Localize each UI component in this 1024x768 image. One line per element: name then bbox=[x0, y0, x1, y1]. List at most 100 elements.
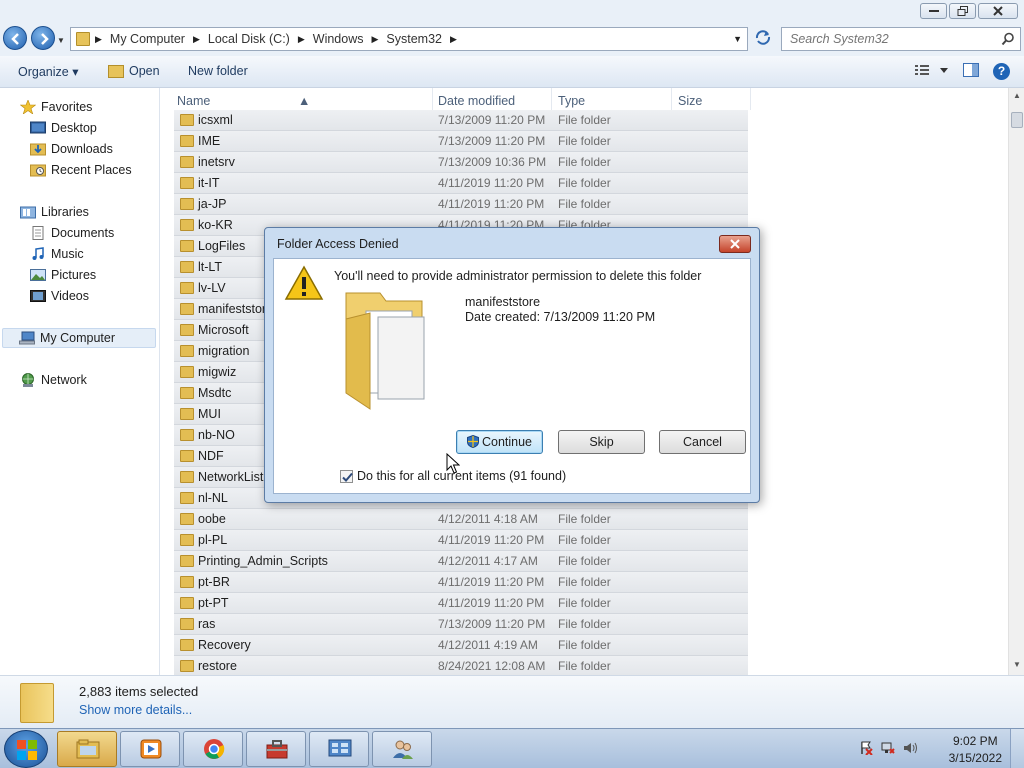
folder-icon bbox=[180, 177, 194, 189]
nav-music[interactable]: Music bbox=[30, 244, 84, 264]
taskbar-windows-explorer[interactable] bbox=[57, 731, 117, 767]
scroll-down-icon[interactable]: ▼ bbox=[1011, 660, 1023, 672]
search-icon[interactable] bbox=[1001, 32, 1015, 46]
action-center-flag-icon[interactable] bbox=[859, 741, 873, 755]
file-name-cell: inetsrv bbox=[198, 155, 235, 169]
nav-favorites[interactable]: Favorites bbox=[20, 97, 92, 117]
continue-button[interactable]: Continue bbox=[456, 430, 543, 454]
dialog-close-button[interactable] bbox=[719, 235, 751, 253]
column-divider[interactable] bbox=[551, 88, 552, 110]
table-row[interactable]: Recovery 4/12/2011 4:19 AM File folder bbox=[174, 635, 748, 656]
file-type-cell: File folder bbox=[558, 617, 611, 631]
table-row[interactable]: Printing_Admin_Scripts 4/12/2011 4:17 AM F… bbox=[174, 551, 748, 572]
search-box[interactable] bbox=[781, 27, 1021, 51]
file-type-cell: File folder bbox=[558, 512, 611, 526]
window-controls bbox=[920, 3, 1018, 19]
back-button[interactable] bbox=[3, 26, 27, 50]
close-window-button[interactable] bbox=[978, 3, 1018, 19]
address-bar[interactable]: ▶ My Computer ▶ Local Disk (C:) ▶ Window… bbox=[70, 27, 748, 51]
breadcrumb-separator-icon[interactable]: ▶ bbox=[450, 34, 457, 45]
recent-pages-dropdown[interactable]: ▼ bbox=[57, 36, 65, 45]
taskbar: 9:02 PM 3/15/2022 bbox=[0, 728, 1024, 768]
table-row[interactable]: inetsrv 7/13/2009 10:36 PM File folder bbox=[174, 152, 748, 173]
refresh-button[interactable] bbox=[752, 29, 774, 49]
breadcrumb-separator-icon[interactable]: ▶ bbox=[193, 34, 200, 45]
change-view-button[interactable] bbox=[915, 64, 949, 79]
nav-my-computer[interactable]: My Computer bbox=[2, 328, 156, 348]
taskbar-toolbox[interactable] bbox=[246, 731, 306, 767]
forward-button[interactable] bbox=[31, 26, 55, 50]
table-row[interactable]: restore 8/24/2021 12:08 AM File folder bbox=[174, 656, 748, 677]
nav-network[interactable]: Network bbox=[20, 370, 87, 390]
table-row[interactable]: oobe 4/12/2011 4:18 AM File folder bbox=[174, 509, 748, 530]
restore-button[interactable] bbox=[949, 3, 976, 19]
search-input[interactable] bbox=[788, 29, 998, 49]
nav-label: Music bbox=[51, 247, 84, 261]
nav-desktop[interactable]: Desktop bbox=[30, 118, 97, 138]
sort-ascending-icon: ▲ bbox=[298, 94, 311, 108]
column-header-name[interactable]: Name bbox=[177, 94, 210, 108]
nav-libraries[interactable]: Libraries bbox=[20, 202, 89, 222]
nav-videos[interactable]: Videos bbox=[30, 286, 89, 306]
minimize-button[interactable] bbox=[920, 3, 947, 19]
file-name-cell: pt-PT bbox=[198, 596, 229, 610]
clock[interactable]: 9:02 PM 3/15/2022 bbox=[949, 733, 1002, 767]
file-date-cell: 7/13/2009 10:36 PM bbox=[438, 155, 547, 169]
nav-label: Libraries bbox=[41, 205, 89, 219]
table-row[interactable]: pt-BR 4/11/2019 11:20 PM File folder bbox=[174, 572, 748, 593]
table-row[interactable]: pl-PL 4/11/2019 11:20 PM File folder bbox=[174, 530, 748, 551]
show-desktop-button[interactable] bbox=[1010, 729, 1024, 768]
table-row[interactable]: it-IT 4/11/2019 11:20 PM File folder bbox=[174, 173, 748, 194]
show-more-details-link[interactable]: Show more details... bbox=[79, 703, 192, 717]
column-header-date[interactable]: Date modified bbox=[438, 94, 515, 108]
scroll-thumb[interactable] bbox=[1011, 112, 1023, 128]
breadcrumb-separator-icon[interactable]: ▶ bbox=[95, 34, 102, 45]
volume-icon[interactable] bbox=[903, 741, 919, 755]
scroll-up-icon[interactable]: ▲ bbox=[1011, 91, 1023, 103]
breadcrumb-my-computer[interactable]: My Computer bbox=[110, 32, 185, 46]
column-divider[interactable] bbox=[432, 88, 433, 110]
vertical-scrollbar[interactable]: ▲ ▼ bbox=[1008, 88, 1024, 675]
taskbar-media-player[interactable] bbox=[120, 731, 180, 767]
folder-icon bbox=[180, 261, 194, 273]
nav-documents[interactable]: Documents bbox=[30, 223, 114, 243]
start-button[interactable] bbox=[4, 730, 48, 768]
breadcrumb-windows[interactable]: Windows bbox=[313, 32, 364, 46]
close-icon bbox=[993, 6, 1003, 16]
breadcrumb-local-disk[interactable]: Local Disk (C:) bbox=[208, 32, 290, 46]
taskbar-control-panel[interactable] bbox=[309, 731, 369, 767]
dialog-message: You'll need to provide administrator per… bbox=[334, 269, 702, 283]
preview-pane-button[interactable] bbox=[963, 63, 979, 80]
breadcrumb-system32[interactable]: System32 bbox=[386, 32, 442, 46]
checkbox[interactable] bbox=[340, 469, 353, 483]
table-row[interactable]: ja-JP 4/11/2019 11:20 PM File folder bbox=[174, 194, 748, 215]
file-name-cell: pl-PL bbox=[198, 533, 228, 547]
taskbar-chrome[interactable] bbox=[183, 731, 243, 767]
column-divider[interactable] bbox=[671, 88, 672, 110]
file-name-cell: nl-NL bbox=[198, 491, 228, 505]
table-row[interactable]: icsxml 7/13/2009 11:20 PM File folder bbox=[174, 110, 748, 131]
nav-recent-places[interactable]: Recent Places bbox=[30, 160, 132, 180]
nav-downloads[interactable]: Downloads bbox=[30, 139, 113, 159]
new-folder-button[interactable]: New folder bbox=[188, 64, 248, 78]
file-name-cell: manifeststor bbox=[198, 302, 267, 316]
column-header-type[interactable]: Type bbox=[558, 94, 585, 108]
network-tray-icon[interactable] bbox=[881, 741, 895, 755]
table-row[interactable]: pt-PT 4/11/2019 11:20 PM File folder bbox=[174, 593, 748, 614]
selection-folder-icon bbox=[20, 683, 54, 723]
cancel-button[interactable]: Cancel bbox=[659, 430, 746, 454]
open-button[interactable]: Open bbox=[129, 64, 160, 78]
breadcrumb-separator-icon[interactable]: ▶ bbox=[298, 34, 305, 45]
organize-menu[interactable]: Organize ▾ bbox=[18, 64, 78, 79]
column-header-size[interactable]: Size bbox=[678, 94, 702, 108]
skip-button[interactable]: Skip bbox=[558, 430, 645, 454]
taskbar-users[interactable] bbox=[372, 731, 432, 767]
folder-icon bbox=[180, 198, 194, 210]
table-row[interactable]: ras 7/13/2009 11:20 PM File folder bbox=[174, 614, 748, 635]
nav-pictures[interactable]: Pictures bbox=[30, 265, 96, 285]
breadcrumb-separator-icon[interactable]: ▶ bbox=[371, 34, 378, 45]
help-button[interactable]: ? bbox=[993, 63, 1010, 80]
table-row[interactable]: IME 7/13/2009 11:20 PM File folder bbox=[174, 131, 748, 152]
column-divider[interactable] bbox=[750, 88, 751, 110]
address-dropdown-icon[interactable]: ▼ bbox=[733, 34, 742, 44]
